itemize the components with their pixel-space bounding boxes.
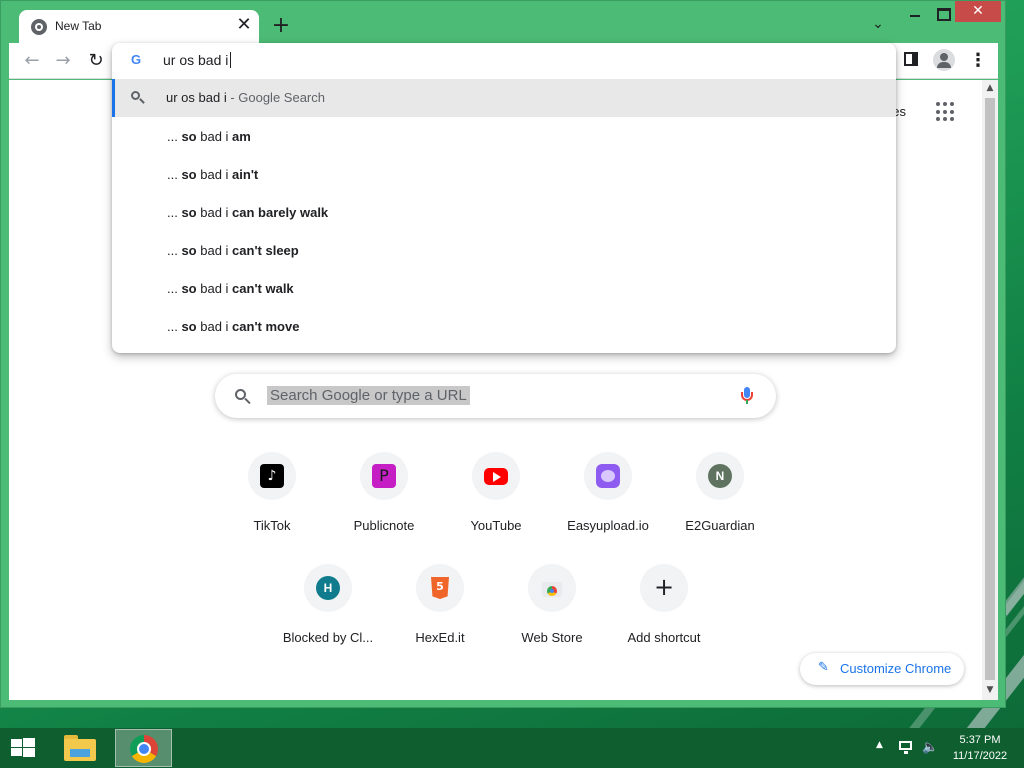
- suggestion-description: - Google Search: [226, 90, 325, 105]
- html5-shield-icon: 5: [428, 576, 452, 600]
- shortcut-tile: ♪: [248, 452, 296, 500]
- scroll-thumb[interactable]: [985, 98, 995, 680]
- new-tab-button[interactable]: +: [269, 15, 293, 39]
- forward-arrow-icon[interactable]: →: [51, 49, 75, 73]
- chrome-favicon-icon: [31, 19, 47, 35]
- shortcut-tile: [472, 452, 520, 500]
- suggestion-item[interactable]: ... so bad i am: [112, 117, 896, 155]
- profile-avatar-icon[interactable]: [933, 49, 955, 71]
- search-icon: [235, 389, 251, 405]
- shortcut-easyupload[interactable]: Easyupload.io: [552, 452, 664, 560]
- shortcut-hexed[interactable]: 5 HexEd.it: [384, 564, 496, 672]
- shortcut-tile: P: [360, 452, 408, 500]
- suggestion-search-google[interactable]: ur os bad i - Google Search: [112, 79, 896, 117]
- shortcut-tile: 5: [416, 564, 464, 612]
- suggestion-item[interactable]: ... so bad i ain't: [112, 155, 896, 193]
- customize-chrome-button[interactable]: ✎ Customize Chrome: [800, 653, 964, 685]
- title-bar: New Tab ✕ + ⌄ ✕: [1, 1, 1007, 44]
- shortcut-e2guardian[interactable]: N E2Guardian: [664, 452, 776, 560]
- shortcut-label: Easyupload.io: [567, 518, 649, 533]
- scroll-up-arrow-icon[interactable]: ▲: [982, 80, 998, 96]
- shortcut-youtube[interactable]: YouTube: [440, 452, 552, 560]
- shortcut-label: Publicnote: [353, 518, 415, 533]
- vertical-scrollbar[interactable]: ▲ ▼: [982, 80, 998, 700]
- back-arrow-icon[interactable]: ←: [20, 49, 44, 73]
- shortcut-tile: H: [304, 564, 352, 612]
- scroll-down-arrow-icon[interactable]: ▼: [982, 682, 998, 698]
- easyupload-planet-icon: [596, 464, 620, 488]
- reload-icon[interactable]: ↻: [84, 49, 108, 73]
- search-box[interactable]: Search Google or type a URL: [215, 374, 776, 418]
- text-caret: [230, 52, 232, 68]
- shortcut-label: HexEd.it: [415, 630, 465, 645]
- maximize-button[interactable]: [929, 5, 955, 23]
- omnibox-dropdown: G ur os bad i ur os bad i - Google Searc…: [112, 43, 896, 353]
- address-input[interactable]: ur os bad i: [163, 52, 232, 68]
- taskbar-chrome-button[interactable]: [115, 729, 172, 767]
- network-icon[interactable]: [898, 740, 914, 754]
- tab-close-icon[interactable]: ✕: [234, 15, 254, 35]
- apps-grid-icon[interactable]: [936, 102, 956, 122]
- suggestion-text: ... so bad i can't sleep: [167, 243, 299, 258]
- windows-start-icon[interactable]: [8, 736, 38, 760]
- customize-chrome-label: Customize Chrome: [840, 661, 952, 676]
- chrome-logo-icon: [130, 735, 158, 763]
- shortcut-tile: [584, 452, 632, 500]
- tiktok-icon: ♪: [260, 464, 284, 488]
- suggestion-query: ur os bad i: [166, 90, 227, 105]
- suggestion-item[interactable]: ... so bad i can't walk: [112, 269, 896, 307]
- suggestion-text: ... so bad i can barely walk: [167, 205, 329, 220]
- youtube-icon: [484, 464, 508, 488]
- suggestion-text: ... so bad i can't walk: [167, 281, 294, 296]
- letter-h-icon: H: [316, 576, 340, 600]
- tab-new-tab[interactable]: New Tab ✕: [19, 10, 259, 44]
- taskbar: ▲ 🔈 5:37 PM 11/17/2022: [0, 728, 1024, 768]
- shortcut-tile: [528, 564, 576, 612]
- side-panel-icon[interactable]: [904, 52, 918, 66]
- shortcut-label: E2Guardian: [685, 518, 755, 533]
- suggestion-text: ... so bad i am: [167, 129, 251, 144]
- shortcut-label: Blocked by Cl...: [282, 630, 374, 645]
- shortcut-label: TikTok: [253, 518, 291, 533]
- minimize-button[interactable]: [901, 5, 929, 23]
- shortcut-publicnote[interactable]: P Publicnote: [328, 452, 440, 560]
- web-store-icon: [540, 576, 564, 600]
- tab-search-chevron-icon[interactable]: ⌄: [867, 16, 889, 38]
- suggestion-text: ... so bad i can't move: [167, 319, 300, 334]
- shortcut-label: YouTube: [470, 518, 522, 533]
- publicnote-icon: P: [372, 464, 396, 488]
- plus-icon: +: [653, 573, 675, 601]
- shortcut-label: Web Store: [521, 630, 583, 645]
- suggestion-item[interactable]: ... so bad i can't sleep: [112, 231, 896, 269]
- shortcut-tiktok[interactable]: ♪ TikTok: [216, 452, 328, 560]
- shortcut-blocked[interactable]: H Blocked by Cl...: [272, 564, 384, 672]
- search-icon: [131, 91, 145, 105]
- suggestion-item[interactable]: ... so bad i can't move: [112, 307, 896, 345]
- shortcut-label: Add shortcut: [627, 630, 701, 645]
- shortcut-tile: N: [696, 452, 744, 500]
- shortcut-tile: +: [640, 564, 688, 612]
- typed-text: ur os bad i: [163, 52, 229, 68]
- microphone-icon[interactable]: [741, 387, 753, 405]
- suggestion-item[interactable]: ... so bad i can barely walk: [112, 193, 896, 231]
- shortcut-web-store[interactable]: Web Store: [496, 564, 608, 672]
- tab-title: New Tab: [55, 19, 102, 33]
- kebab-menu-icon[interactable]: ⋮: [969, 49, 987, 73]
- clock-time[interactable]: 5:37 PM: [940, 734, 1020, 746]
- shortcut-add[interactable]: + Add shortcut: [608, 564, 720, 672]
- search-input[interactable]: Search Google or type a URL: [267, 386, 470, 405]
- address-bar[interactable]: G ur os bad i: [112, 43, 896, 79]
- close-window-button[interactable]: ✕: [955, 1, 1001, 22]
- suggestion-text: ... so bad i ain't: [167, 167, 259, 182]
- suggestion-text: ur os bad i - Google Search: [166, 90, 325, 105]
- google-g-icon: G: [130, 52, 142, 67]
- pencil-icon: ✎: [818, 660, 829, 675]
- clock-date[interactable]: 11/17/2022: [940, 750, 1020, 762]
- show-hidden-icons-icon[interactable]: ▲: [876, 740, 883, 750]
- volume-icon[interactable]: 🔈: [922, 740, 938, 755]
- file-explorer-icon[interactable]: [62, 733, 100, 763]
- letter-n-icon: N: [708, 464, 732, 488]
